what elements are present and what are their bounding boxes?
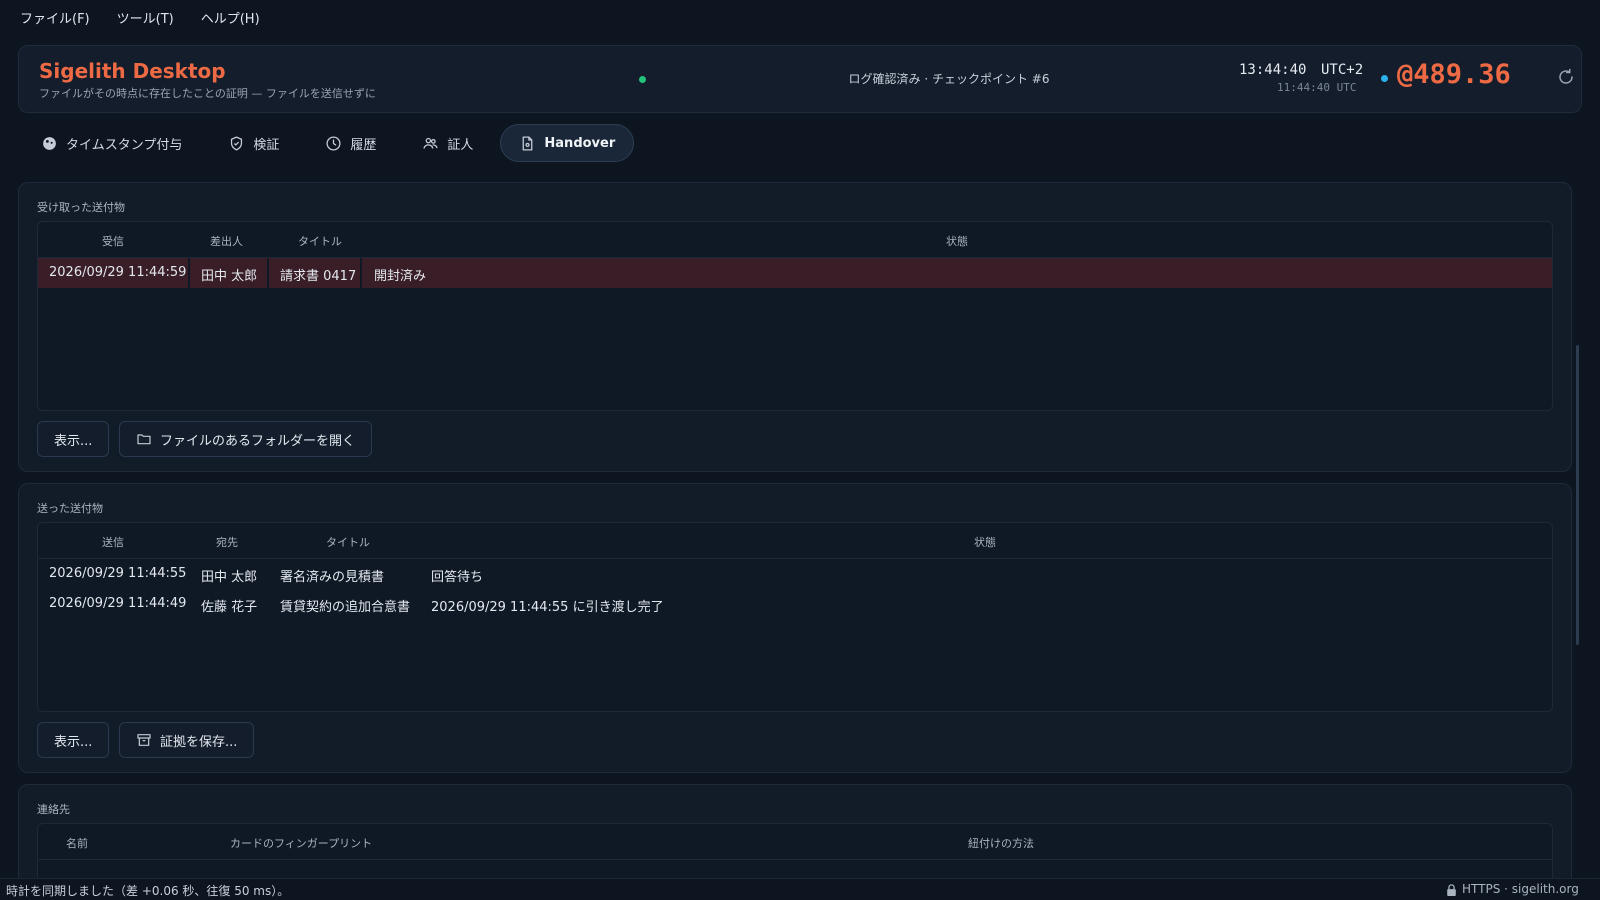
cell-sender: 田中 太郎 <box>201 269 258 284</box>
tab-witnesses[interactable]: 証人 <box>403 124 492 162</box>
menu-bar: ファイル(F) ツール(T) ヘルプ(H) <box>0 0 1600 34</box>
clock-utc: 11:44:40 UTC <box>1277 81 1357 94</box>
app-title: Sigelith Desktop <box>39 59 226 83</box>
column-header-title[interactable]: タイトル <box>326 534 370 550</box>
cell-status: 2026/09/29 11:44:55 に引き渡し完了 <box>431 600 664 615</box>
tab-label: 履歴 <box>350 137 377 153</box>
lock-icon <box>1447 884 1456 896</box>
column-header-sender[interactable]: 差出人 <box>210 233 243 249</box>
save-proof-button[interactable]: 証拠を保存... <box>119 722 255 758</box>
clock-zone: UTC+2 <box>1321 62 1364 78</box>
cell-title: 請求書 0417 <box>280 269 357 284</box>
connection-info: HTTPS · sigelith.org <box>1462 882 1579 896</box>
sent-panel: 送った送付物 送信 宛先 タイトル 状態 2026/09/29 11:44:55… <box>18 483 1572 773</box>
people-icon <box>423 137 438 149</box>
cell-recipient: 田中 太郎 <box>201 570 258 585</box>
menu-help[interactable]: ヘルプ(H) <box>201 8 260 27</box>
tab-label: 証人 <box>447 137 474 153</box>
cell-title: 署名済みの見積書 <box>280 570 385 585</box>
refresh-icon[interactable] <box>1557 68 1575 86</box>
view-received-button[interactable]: 表示... <box>37 421 110 457</box>
main-tabs: タイムスタンプ付与 検証 履歴 証人 Handover <box>22 124 635 162</box>
status-bar: 時計を同期しました（差 +0.06 秒、往復 50 ms）。 HTTPS · s… <box>0 878 1600 900</box>
column-header-fingerprint[interactable]: カードのフィンガープリント <box>230 835 372 851</box>
tab-label: 検証 <box>253 137 280 153</box>
button-label: 表示... <box>54 433 93 449</box>
archive-icon <box>137 734 151 746</box>
app-subtitle: ファイルがその時点に存在したことの証明 — ファイルを送信せずに <box>39 87 376 100</box>
tab-timestamp[interactable]: タイムスタンプ付与 <box>22 124 201 162</box>
column-header-sent[interactable]: 送信 <box>102 534 124 550</box>
log-status: ログ確認済み · チェックポイント #6 <box>848 72 1050 86</box>
balance: @489.36 <box>1397 59 1511 90</box>
button-label: 証拠を保存... <box>160 734 238 750</box>
table-row[interactable]: 2026/09/29 11:44:55 田中 太郎 署名済みの見積書 回答待ち <box>38 559 1552 589</box>
app-header: Sigelith Desktop ファイルがその時点に存在したことの証明 — フ… <box>18 45 1582 113</box>
sent-panel-title: 送った送付物 <box>37 502 103 515</box>
table-row[interactable]: 2026/09/29 11:44:59 田中 太郎 請求書 0417 開封済み <box>38 258 1552 288</box>
column-header-binding-method[interactable]: 紐付けの方法 <box>968 835 1034 851</box>
cell-status: 開封済み <box>374 269 427 284</box>
connection-status-indicator <box>639 76 646 83</box>
stamp-icon <box>43 136 56 150</box>
received-panel: 受け取った送付物 受信 差出人 タイトル 状態 2026/09/29 11:44… <box>18 182 1572 472</box>
clock-icon <box>326 135 341 151</box>
folder-icon <box>137 434 151 445</box>
column-header-received[interactable]: 受信 <box>102 233 124 249</box>
document-icon <box>523 135 533 151</box>
tab-handover[interactable]: Handover <box>500 124 635 162</box>
button-label: ファイルのあるフォルダーを開く <box>160 433 356 449</box>
tab-history[interactable]: 履歴 <box>306 124 395 162</box>
tab-label: タイムスタンプ付与 <box>66 137 183 153</box>
table-header: 名前 カードのフィンガープリント 紐付けの方法 <box>38 824 1552 860</box>
clock-local: 13:44:40 <box>1239 62 1307 78</box>
contacts-panel-title: 連絡先 <box>37 803 70 816</box>
menu-tools[interactable]: ツール(T) <box>117 8 174 27</box>
column-header-status[interactable]: 状態 <box>946 233 968 249</box>
column-header-title[interactable]: タイトル <box>298 233 342 249</box>
tab-label: Handover <box>544 135 616 151</box>
button-label: 表示... <box>54 734 93 750</box>
shield-check-icon <box>231 135 243 151</box>
open-folder-button[interactable]: ファイルのあるフォルダーを開く <box>119 421 373 457</box>
cell-received: 2026/09/29 11:44:59 <box>49 265 187 280</box>
scrollbar[interactable] <box>1576 345 1579 645</box>
sent-table[interactable]: 送信 宛先 タイトル 状態 2026/09/29 11:44:55 田中 太郎 … <box>37 522 1553 712</box>
column-header-status[interactable]: 状態 <box>974 534 996 550</box>
menu-file[interactable]: ファイル(F) <box>20 8 90 27</box>
column-header-recipient[interactable]: 宛先 <box>216 534 238 550</box>
table-header: 送信 宛先 タイトル 状態 <box>38 523 1552 559</box>
received-panel-title: 受け取った送付物 <box>37 201 125 214</box>
table-row[interactable]: 2026/09/29 11:44:49 佐藤 花子 賃貸契約の追加合意書 202… <box>38 589 1552 619</box>
cell-recipient: 佐藤 花子 <box>201 600 258 615</box>
received-table[interactable]: 受信 差出人 タイトル 状態 2026/09/29 11:44:59 田中 太郎… <box>37 221 1553 411</box>
table-header: 受信 差出人 タイトル 状態 <box>38 222 1552 258</box>
cell-status: 回答待ち <box>431 570 484 585</box>
cell-sent: 2026/09/29 11:44:49 <box>49 596 187 611</box>
balance-indicator <box>1381 75 1388 82</box>
status-message: 時計を同期しました（差 +0.06 秒、往復 50 ms）。 <box>6 884 290 898</box>
view-sent-button[interactable]: 表示... <box>37 722 110 758</box>
column-header-name[interactable]: 名前 <box>66 835 88 851</box>
cell-sent: 2026/09/29 11:44:55 <box>49 566 187 581</box>
cell-title: 賃貸契約の追加合意書 <box>280 600 411 615</box>
tab-verify[interactable]: 検証 <box>209 124 298 162</box>
